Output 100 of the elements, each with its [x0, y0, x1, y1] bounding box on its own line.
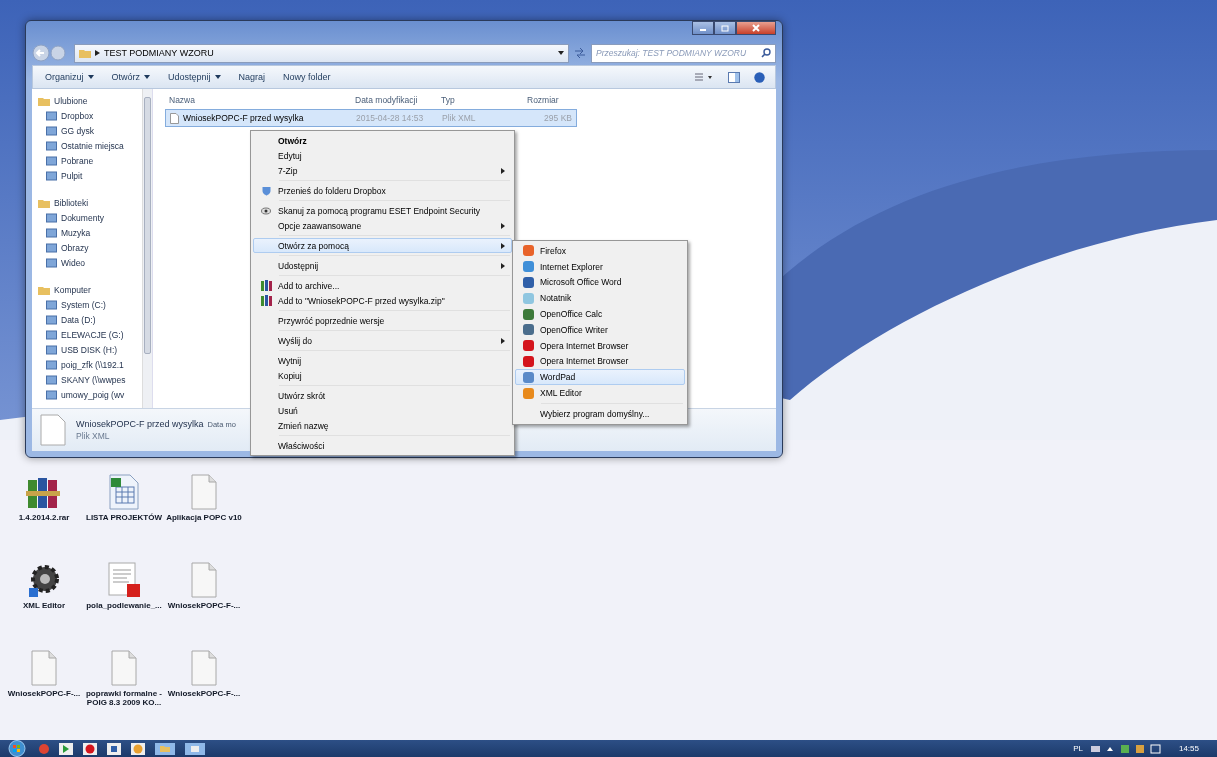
sidebar-item[interactable]: umowy_poig (wv — [32, 387, 142, 402]
desktop-icon-label[interactable]: WniosekPOPC-F-... — [167, 601, 241, 611]
gear-icon[interactable] — [27, 564, 61, 598]
view-options-icon[interactable] — [694, 72, 714, 82]
sidebar-item[interactable]: Dropbox — [32, 108, 142, 123]
sidebar-item[interactable]: Obrazy — [32, 240, 142, 255]
menu-item[interactable]: Wytnij — [253, 353, 512, 368]
scrollbar[interactable] — [142, 89, 152, 408]
sidebar-item[interactable]: SKANY (\\wwpes — [32, 372, 142, 387]
desktop-icon-label[interactable]: XML Editor — [22, 601, 66, 611]
sidebar-item[interactable]: USB DISK (H:) — [32, 342, 142, 357]
sidebar-item[interactable]: Ostatnie miejsca — [32, 138, 142, 153]
minimize-button[interactable] — [692, 21, 714, 35]
menu-item[interactable]: Edytuj — [253, 148, 512, 163]
language-indicator[interactable]: PL — [1073, 744, 1083, 753]
tray-icons[interactable] — [1090, 743, 1161, 754]
menu-item[interactable]: Właściwości — [253, 438, 512, 453]
archive-books-icon[interactable] — [26, 476, 62, 510]
address-bar[interactable]: TEST PODMIANY WZORU — [74, 43, 569, 63]
desktop-icon-label[interactable]: LISTA PROJEKTÓW — [86, 513, 162, 523]
desktop-icon-label[interactable]: 1.4.2014.2.rar — [18, 513, 70, 523]
sidebar-item[interactable]: poig_zfk (\\192.1 — [32, 357, 142, 372]
search-field[interactable]: Przeszukaj: TEST PODMIANY WZORU — [591, 43, 776, 63]
help-icon[interactable] — [754, 71, 765, 83]
app-icon[interactable] — [130, 741, 146, 756]
eye-icon — [261, 206, 271, 215]
menu-item[interactable]: Przywróć poprzednie wersje — [253, 313, 512, 328]
menu-item[interactable]: Kopiuj — [253, 368, 512, 383]
app-icon[interactable] — [58, 741, 74, 756]
menu-item[interactable]: Otwórz za pomocą — [253, 238, 512, 253]
menu-item[interactable]: Opera Internet Browser — [515, 353, 685, 370]
chevron-icon[interactable] — [95, 50, 100, 56]
column-header[interactable]: Data modyfikacji — [351, 95, 437, 105]
clock[interactable]: 14:55 — [1178, 744, 1199, 753]
spreadsheet-icon[interactable] — [108, 474, 140, 510]
sidebar-group[interactable]: Ulubione — [32, 93, 142, 108]
menu-item[interactable]: Skanuj za pomocą programu ESET Endpoint Security — [253, 203, 512, 218]
app-icon — [522, 308, 534, 320]
sidebar-item[interactable]: Muzyka — [32, 225, 142, 240]
menu-item[interactable]: 7-Zip — [253, 163, 512, 178]
maximize-button[interactable] — [714, 21, 736, 35]
menu-item[interactable]: Opera Internet Browser — [515, 337, 685, 354]
preview-pane-icon[interactable] — [728, 71, 740, 83]
menu-item[interactable]: Wybierz program domyślny... — [515, 405, 685, 422]
sidebar-item[interactable]: Pobrane — [32, 153, 142, 168]
menu-item[interactable]: Add to archive... — [253, 278, 512, 293]
menu-item[interactable]: Wyślij do — [253, 333, 512, 348]
start-button[interactable] — [6, 740, 28, 757]
sidebar-item[interactable]: Wideo — [32, 255, 142, 270]
folder-icon[interactable] — [154, 741, 176, 756]
refresh-icon[interactable] — [573, 47, 587, 59]
app-icon[interactable] — [184, 741, 206, 756]
menu-item[interactable]: Utwórz skrót — [253, 388, 512, 403]
toolbar-button[interactable]: Otwórz — [103, 70, 159, 84]
column-header[interactable]: Nazwa — [165, 95, 351, 105]
menu-item[interactable]: WordPad — [515, 369, 685, 386]
submenu-arrow-icon — [501, 222, 505, 229]
column-header[interactable]: Typ — [437, 95, 523, 105]
toolbar-button[interactable]: Organizuj — [37, 70, 102, 84]
menu-item[interactable]: OpenOffice Calc — [515, 306, 685, 322]
menu-item[interactable]: Microsoft Office Word — [515, 274, 685, 291]
location-icon — [46, 257, 57, 268]
menu-item[interactable]: XML Editor — [515, 385, 685, 401]
location-icon — [46, 344, 57, 355]
menu-item[interactable]: Usuń — [253, 403, 512, 418]
menu-item[interactable]: Otwórz — [253, 133, 512, 148]
menu-item[interactable]: Internet Explorer — [515, 258, 685, 275]
dropdown-caret-icon[interactable] — [558, 51, 564, 55]
desktop-icon-label[interactable]: WniosekPOPC-F-... — [7, 689, 81, 699]
menu-item[interactable]: Opcje zaawansowane — [253, 218, 512, 233]
menu-item[interactable]: Zmień nazwę — [253, 418, 512, 433]
menu-item[interactable]: OpenOffice Writer — [515, 322, 685, 338]
pdf-document-icon[interactable] — [107, 562, 141, 598]
sidebar-item[interactable]: GG dysk — [32, 123, 142, 138]
desktop-icon-label[interactable]: Aplikacja POPC v10 — [166, 513, 242, 523]
toolbar-button[interactable]: Nowy folder — [275, 70, 339, 84]
sidebar-item[interactable]: Pulpit — [32, 168, 142, 183]
app-icon[interactable] — [106, 741, 122, 756]
menu-item[interactable]: Notatnik — [515, 290, 685, 307]
menu-item[interactable]: Przenieś do folderu Dropbox — [253, 183, 512, 198]
sidebar-item[interactable]: System (C:) — [32, 297, 142, 312]
sidebar-item[interactable]: Dokumenty — [32, 210, 142, 225]
desktop-icon-label[interactable]: poprawki formalne - POIG 8.3 2009 KO... — [84, 689, 164, 708]
desktop-icon-label[interactable]: WniosekPOPC-F-... — [167, 689, 241, 699]
breadcrumb[interactable]: TEST PODMIANY WZORU — [104, 48, 554, 58]
sidebar-group[interactable]: Biblioteki — [32, 195, 142, 210]
menu-item[interactable]: Firefox — [515, 243, 685, 259]
folder-icon — [38, 95, 50, 106]
column-header[interactable]: Rozmiar — [523, 95, 575, 105]
sidebar-item[interactable]: ELEWACJE (G:) — [32, 327, 142, 342]
sidebar-group[interactable]: Komputer — [32, 282, 142, 297]
file-row[interactable]: WniosekPOPC-F przed wysylka 2015-04-28 14:53 Plik XML 295 KB — [165, 109, 577, 127]
sidebar-item[interactable]: Data (D:) — [32, 312, 142, 327]
menu-item[interactable]: Udostępnij — [253, 258, 512, 273]
desktop-icon-label[interactable]: pola_podlewanie_... — [86, 601, 162, 611]
close-button[interactable] — [736, 21, 776, 35]
toolbar-button[interactable]: Udostępnij — [160, 70, 229, 84]
location-icon — [46, 374, 57, 385]
menu-item[interactable]: Add to "WniosekPOPC-F przed wysylka.zip" — [253, 293, 512, 308]
toolbar-button[interactable]: Nagraj — [230, 70, 274, 84]
